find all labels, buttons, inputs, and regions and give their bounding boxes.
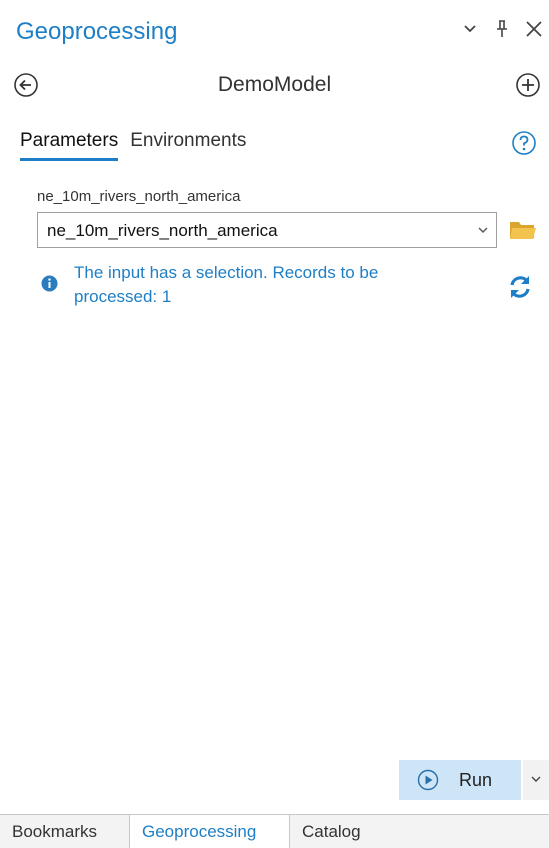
info-icon — [41, 275, 58, 292]
run-label: Run — [459, 770, 493, 790]
chevron-down-icon — [478, 227, 488, 233]
tab-bookmarks[interactable]: Bookmarks — [0, 815, 130, 848]
help-icon[interactable] — [511, 130, 537, 156]
parameter-label: ne_10m_rivers_north_america — [37, 188, 241, 205]
chevron-down-icon[interactable] — [461, 18, 479, 40]
add-icon[interactable] — [515, 72, 541, 98]
pane-controls — [461, 18, 543, 40]
pane-title: Geoprocessing — [16, 18, 178, 45]
dropdown-value: ne_10m_rivers_north_america — [47, 221, 278, 240]
pin-icon[interactable] — [493, 18, 511, 40]
tool-name: DemoModel — [217, 73, 332, 96]
tab-catalog[interactable]: Catalog — [290, 815, 400, 848]
message-line-1: The input has a selection. Records to be — [74, 263, 379, 282]
close-icon[interactable] — [525, 18, 543, 40]
tool-tabs: Parameters Environments — [20, 130, 246, 161]
tool-header: DemoModel — [0, 64, 549, 108]
chevron-down-icon — [531, 776, 541, 782]
input-features-dropdown[interactable]: ne_10m_rivers_north_america — [37, 212, 497, 248]
refresh-icon[interactable] — [506, 273, 534, 301]
play-icon — [417, 769, 439, 791]
bottom-tab-bar: Bookmarks Geoprocessing Catalog — [0, 814, 549, 848]
tab-parameters[interactable]: Parameters — [20, 130, 119, 161]
run-options-dropdown[interactable] — [523, 760, 549, 800]
tab-geoprocessing[interactable]: Geoprocessing — [130, 815, 290, 848]
folder-icon[interactable] — [509, 219, 537, 241]
selection-message: The input has a selection. Records to be… — [74, 261, 474, 309]
run-button[interactable]: Run — [399, 760, 521, 800]
tab-environments[interactable]: Environments — [130, 130, 246, 161]
message-line-2: processed: 1 — [74, 287, 172, 306]
